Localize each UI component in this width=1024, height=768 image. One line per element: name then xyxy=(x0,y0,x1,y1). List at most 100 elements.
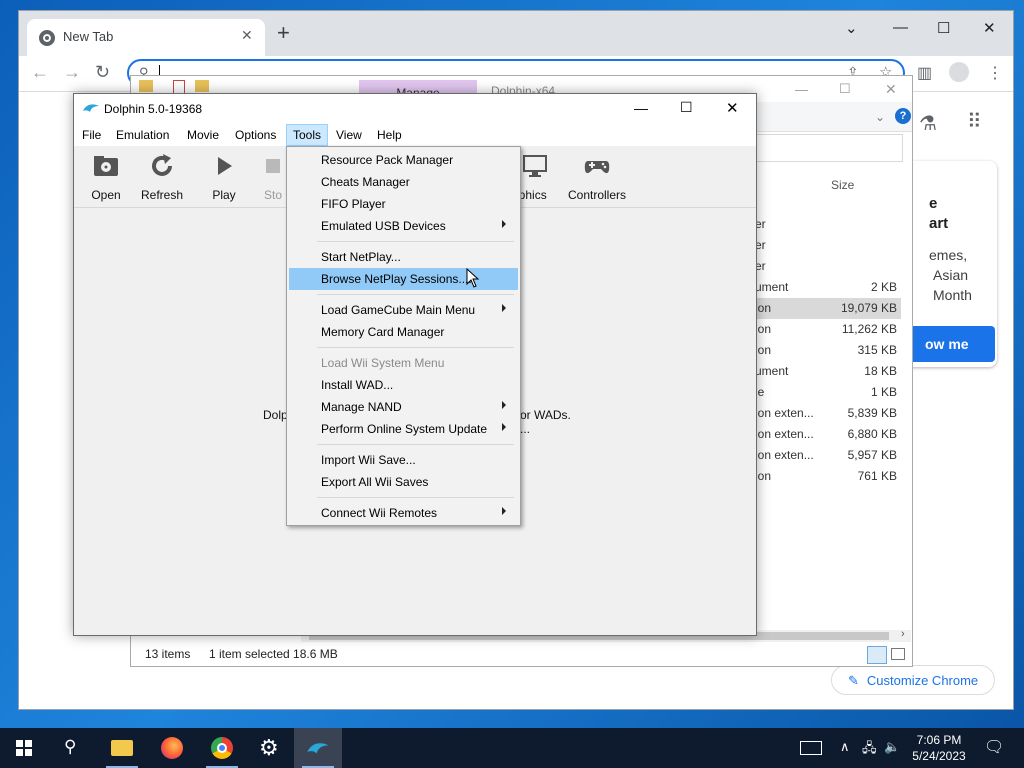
refresh-label: Refresh xyxy=(140,188,184,202)
menu-fifo-player[interactable]: FIFO Player xyxy=(289,193,518,215)
minimize-icon[interactable]: — xyxy=(893,19,908,36)
new-tab-button[interactable]: + xyxy=(277,22,290,44)
menu-memory-card-manager[interactable]: Memory Card Manager xyxy=(289,321,518,343)
stop-label: Sto xyxy=(263,188,282,202)
menu-options[interactable]: Options xyxy=(229,124,282,146)
file-row[interactable]: ion exten... 6,880 KB xyxy=(751,424,901,445)
taskbar-chrome[interactable] xyxy=(198,728,246,768)
file-row[interactable]: ion 11,262 KB xyxy=(751,319,901,340)
menu-install-wad[interactable]: Install WAD... xyxy=(289,374,518,396)
menu-help[interactable]: Help xyxy=(371,124,408,146)
details-view-icon[interactable] xyxy=(867,646,887,664)
explorer-close-icon[interactable]: ✕ xyxy=(885,81,897,98)
touch-keyboard-icon[interactable] xyxy=(800,741,822,755)
file-row[interactable]: ion 19,079 KB xyxy=(751,298,901,319)
forward-icon[interactable]: → xyxy=(63,62,81,83)
clock-date: 5/24/2023 xyxy=(912,749,966,763)
controllers-button[interactable]: Controllers xyxy=(564,146,630,208)
file-row[interactable]: ion exten... 5,957 KB xyxy=(751,445,901,466)
file-row[interactable]: ument 2 KB xyxy=(751,277,901,298)
menu-browse-netplay-sessions[interactable]: Browse NetPlay Sessions.... xyxy=(289,268,518,290)
file-row[interactable]: ion exten... 5,839 KB xyxy=(751,403,901,424)
taskbar-dolphin[interactable] xyxy=(294,728,342,768)
stop-icon xyxy=(266,159,280,173)
file-row[interactable]: ion 315 KB xyxy=(751,340,901,361)
promo-line-5: Month xyxy=(933,287,972,303)
menu-import-wii-save[interactable]: Import Wii Save... xyxy=(289,449,518,471)
show-hidden-icons-icon[interactable]: ∧ xyxy=(840,739,850,755)
refresh-button[interactable]: Refresh xyxy=(136,146,188,208)
promo-line-4: Asian xyxy=(933,267,969,283)
side-panel-icon[interactable]: ▥ xyxy=(917,63,932,83)
menu-export-all-wii-saves[interactable]: Export All Wii Saves xyxy=(289,471,518,493)
play-button[interactable]: Play xyxy=(200,146,248,208)
menu-resource-pack-manager[interactable]: Resource Pack Manager xyxy=(289,149,518,171)
menu-file[interactable]: File xyxy=(76,124,107,146)
menu-emulated-usb-devices[interactable]: Emulated USB Devices xyxy=(289,215,518,237)
chrome-tab-new-tab[interactable]: New Tab ✕ xyxy=(27,19,265,56)
promo-show-me-button[interactable]: ow me xyxy=(909,326,995,362)
file-row[interactable]: ion 761 KB xyxy=(751,466,901,487)
menu-tools[interactable]: Tools xyxy=(286,124,329,146)
dolphin-maximize-icon[interactable]: ☐ xyxy=(680,99,693,116)
close-icon[interactable]: ✕ xyxy=(983,19,996,37)
taskbar-file-explorer[interactable] xyxy=(98,728,146,768)
empty-message-right: or WADs. xyxy=(520,408,571,422)
explorer-minimize-icon[interactable]: — xyxy=(795,82,808,97)
menu-movie[interactable]: Movie xyxy=(181,124,225,146)
menu-manage-nand[interactable]: Manage NAND xyxy=(289,396,518,418)
dolphin-titlebar: Dolphin 5.0-19368 — ☐ ✕ xyxy=(74,94,756,124)
network-icon[interactable]: 🖧 xyxy=(862,739,877,761)
menu-load-gamecube-main-menu[interactable]: Load GameCube Main Menu xyxy=(289,299,518,321)
system-clock[interactable]: 7:06 PM 5/24/2023 xyxy=(906,732,972,764)
explorer-search-box[interactable] xyxy=(751,134,903,162)
start-button[interactable] xyxy=(0,728,48,768)
tab-search-icon[interactable]: ⌄ xyxy=(845,19,858,37)
folder-icon xyxy=(139,80,153,92)
menu-start-netplay[interactable]: Start NetPlay... xyxy=(289,246,518,268)
file-row[interactable]: er xyxy=(751,256,901,277)
menu-perform-online-system-update[interactable]: Perform Online System Update xyxy=(289,418,518,440)
menu-view[interactable]: View xyxy=(330,124,368,146)
file-type-cell: ument xyxy=(755,280,789,294)
menu-cheats-manager[interactable]: Cheats Manager xyxy=(289,171,518,193)
ribbon-expand-icon[interactable]: ⌄ xyxy=(875,110,885,124)
taskbar-search-button[interactable]: ⚲ xyxy=(48,728,96,768)
labs-flask-icon[interactable]: ⚗ xyxy=(919,111,937,136)
maximize-icon[interactable]: ☐ xyxy=(937,19,950,37)
dolphin-minimize-icon[interactable]: — xyxy=(634,100,648,116)
taskbar-settings[interactable]: ⚙ xyxy=(246,728,294,768)
file-row[interactable]: er xyxy=(751,214,901,235)
file-size-cell: 19,079 KB xyxy=(840,301,897,315)
notifications-icon[interactable]: 🗨 xyxy=(984,737,1004,757)
submenu-arrow-icon xyxy=(502,401,506,409)
file-row[interactable]: ument 18 KB xyxy=(751,361,901,382)
taskbar-firefox[interactable] xyxy=(148,728,196,768)
volume-muted-icon[interactable]: 🔈 xyxy=(884,739,900,755)
profile-avatar-icon[interactable] xyxy=(949,62,969,82)
reload-icon[interactable]: ↻ xyxy=(95,62,110,83)
back-icon[interactable]: ← xyxy=(31,62,49,83)
explorer-maximize-icon[interactable]: ☐ xyxy=(839,81,851,97)
menu-connect-wii-remotes[interactable]: Connect Wii Remotes xyxy=(289,502,518,524)
more-menu-icon[interactable]: ⋮ xyxy=(987,63,1003,83)
apps-grid-icon[interactable]: ⠿ xyxy=(967,109,982,134)
dolphin-close-icon[interactable]: ✕ xyxy=(726,99,739,117)
size-column-header[interactable]: Size xyxy=(831,178,854,192)
file-size-cell: 1 KB xyxy=(870,385,897,399)
controllers-label: Controllers xyxy=(567,188,627,202)
file-size-cell: 5,957 KB xyxy=(847,448,897,462)
new-folder-icon[interactable] xyxy=(195,80,209,92)
file-row[interactable]: er xyxy=(751,235,901,256)
large-icons-view-icon[interactable] xyxy=(891,648,905,660)
open-button[interactable]: Open xyxy=(82,146,130,208)
customize-chrome-button[interactable]: ✎ Customize Chrome xyxy=(831,665,995,695)
properties-icon[interactable] xyxy=(173,80,185,94)
menu-item-label: Resource Pack Manager xyxy=(321,153,454,167)
menu-emulation[interactable]: Emulation xyxy=(110,124,175,146)
close-tab-icon[interactable]: ✕ xyxy=(241,27,253,44)
windows-logo-icon xyxy=(16,740,32,756)
help-icon[interactable]: ? xyxy=(895,108,911,124)
file-row[interactable]: le 1 KB xyxy=(751,382,901,403)
scroll-right-icon[interactable]: › xyxy=(901,628,905,640)
